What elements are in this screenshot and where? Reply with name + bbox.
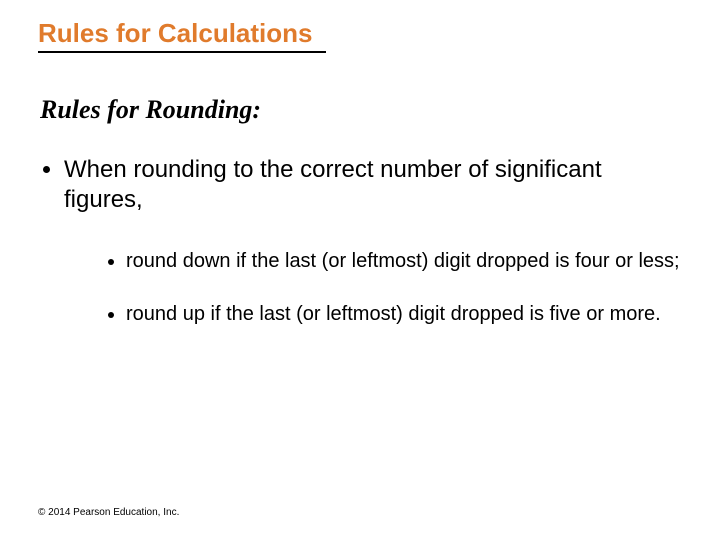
sub-bullet-list: round down if the last (or leftmost) dig… xyxy=(106,249,682,327)
title-underline xyxy=(38,51,326,53)
bullet-main: When rounding to the correct number of s… xyxy=(64,155,682,327)
bullet-main-text: When rounding to the correct number of s… xyxy=(64,156,602,213)
sub-bullet-2: round up if the last (or leftmost) digit… xyxy=(126,302,682,327)
bullet-list: When rounding to the correct number of s… xyxy=(40,155,682,327)
copyright-footer: © 2014 Pearson Education, Inc. xyxy=(38,507,179,518)
slide-subtitle: Rules for Rounding: xyxy=(40,95,682,125)
sub-bullet-1: round down if the last (or leftmost) dig… xyxy=(126,249,682,274)
slide-title: Rules for Calculations xyxy=(38,18,682,49)
slide: Rules for Calculations Rules for Roundin… xyxy=(0,0,720,540)
